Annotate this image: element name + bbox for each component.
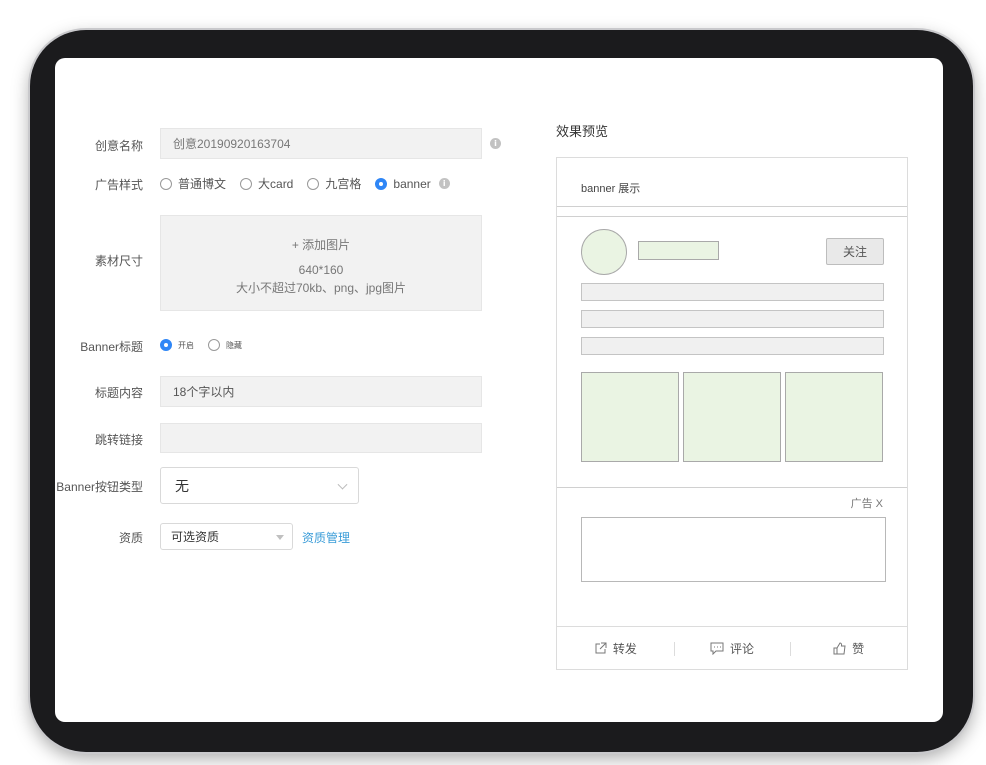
radio-label: 大card (258, 177, 294, 191)
radio-circle (307, 177, 320, 190)
name-placeholder (638, 241, 719, 260)
style-option-banner[interactable]: banner (375, 176, 431, 191)
material-hint: 大小不超过70kb、png、jpg图片 (235, 281, 407, 295)
jump-link-input[interactable] (160, 423, 482, 453)
banner-title-radio-group: 开启 隐藏 (160, 339, 256, 351)
divider (557, 206, 907, 207)
add-image-text: + 添加图片 (291, 238, 351, 252)
comment-icon (710, 642, 724, 655)
like-label: 赞 (852, 641, 865, 656)
thumbs-up-icon (833, 641, 846, 654)
preview-title: 效果预览 (556, 124, 609, 139)
material-label: 素材尺寸 (94, 254, 143, 268)
preview-card: banner 展示 关注 广告 X 转发 评论 赞 (556, 157, 908, 670)
qualification-value: 可选资质 (171, 530, 220, 544)
name-input[interactable]: 创意20190920163704 (160, 128, 482, 159)
image-upload-area[interactable]: + 添加图片 640*160 大小不超过70kb、png、jpg图片 (160, 215, 482, 311)
repost-button[interactable]: 转发 (557, 640, 674, 657)
radio-label: 开启 (178, 340, 194, 350)
title-content-label: 标题内容 (94, 386, 143, 400)
button-type-value: 无 (175, 477, 189, 494)
follow-button[interactable]: 关注 (826, 238, 884, 265)
caret-down-icon (276, 534, 284, 540)
comment-button[interactable]: 评论 (673, 640, 791, 657)
image-placeholder (581, 372, 679, 462)
button-type-label: Banner按钮类型 (56, 480, 143, 494)
radio-circle-selected (375, 177, 388, 190)
style-option-grid[interactable]: 九宫格 (307, 175, 361, 192)
share-icon (595, 642, 607, 653)
material-size: 640*160 (298, 263, 344, 277)
divider (557, 216, 907, 217)
radio-circle (208, 339, 220, 351)
qualification-label: 资质 (118, 531, 143, 545)
banner-title-option-hide[interactable]: 隐藏 (208, 339, 242, 351)
action-bar: 转发 评论 赞 (557, 626, 907, 669)
button-type-select[interactable]: 无 (160, 467, 359, 504)
radio-circle-selected (160, 339, 172, 351)
radio-circle (160, 177, 172, 190)
qualification-manage-link[interactable]: 资质管理 (302, 529, 350, 546)
radio-circle (240, 177, 253, 190)
jump-link-label: 跳转链接 (94, 433, 143, 447)
banner-title-label: Banner标题 (80, 340, 143, 354)
chevron-down-icon (337, 479, 348, 490)
banner-title-option-on[interactable]: 开启 (160, 339, 194, 351)
info-icon[interactable]: i (438, 178, 450, 189)
radio-label: 普通博文 (178, 177, 227, 191)
preview-header: banner 展示 (581, 183, 641, 195)
style-option-bigcard[interactable]: 大card (240, 175, 293, 192)
info-icon[interactable]: i (490, 138, 501, 149)
text-line-placeholder (581, 283, 884, 301)
radio-label: 隐藏 (226, 340, 242, 350)
style-radio-group: 普通博文 大card 九宫格 banner i (160, 175, 450, 192)
title-content-placeholder: 18个字以内 (173, 385, 235, 399)
name-value: 创意20190920163704 (173, 137, 291, 151)
radio-label: banner (393, 176, 431, 191)
app-screen: 创意名称 创意20190920163704 i 广告样式 普通博文 大card … (55, 58, 943, 722)
like-button[interactable]: 赞 (790, 640, 907, 657)
radio-label: 九宫格 (325, 177, 362, 191)
avatar-placeholder (581, 229, 627, 275)
image-placeholder (683, 372, 781, 462)
comment-label: 评论 (730, 641, 755, 656)
text-line-placeholder (581, 310, 884, 328)
style-label: 广告样式 (94, 178, 143, 192)
repost-label: 转发 (612, 641, 637, 656)
style-option-normal[interactable]: 普通博文 (160, 175, 226, 192)
image-placeholder (785, 372, 883, 462)
banner-placeholder (581, 517, 886, 582)
qualification-select[interactable]: 可选资质 (160, 523, 293, 550)
title-content-input[interactable]: 18个字以内 (160, 376, 482, 407)
text-line-placeholder (581, 337, 884, 355)
ad-tag[interactable]: 广告 X (851, 495, 883, 511)
name-label: 创意名称 (94, 139, 143, 153)
divider (557, 487, 907, 488)
